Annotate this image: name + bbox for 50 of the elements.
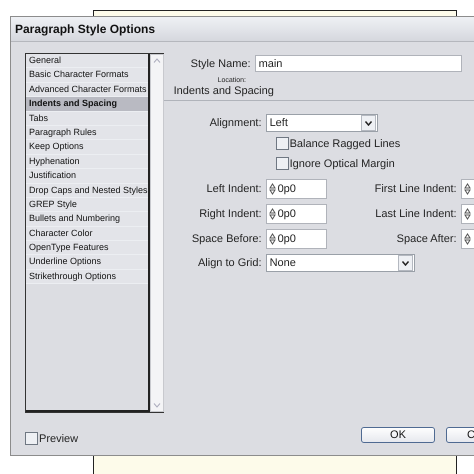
sidebar-item[interactable]: Paragraph Rules	[26, 126, 148, 140]
sidebar-item[interactable]: Justification	[26, 169, 148, 184]
sidebar-item[interactable]: Strikethrough Options	[26, 270, 148, 284]
sidebar-item[interactable]: Indents and Spacing	[26, 97, 148, 112]
sidebar-item[interactable]: Advanced Character Formats	[26, 82, 148, 98]
checkbox-label: Ignore Optical Margin	[290, 158, 395, 170]
sidebar-item[interactable]: Bullets and Numbering	[26, 212, 148, 227]
number-field[interactable]: 0p0	[266, 204, 327, 224]
field-label: Alignment:	[208, 117, 262, 129]
ok-button[interactable]: OK	[361, 427, 435, 443]
sidebar-item[interactable]: Character Color	[26, 226, 148, 242]
sidebar-item[interactable]: Tabs	[26, 112, 148, 126]
spinner-icon[interactable]	[268, 183, 276, 195]
alignment-dropdown[interactable]: Left	[266, 114, 378, 132]
checkbox[interactable]	[276, 157, 289, 170]
field-label: Style Name:	[190, 58, 251, 70]
sidebar-item[interactable]: OpenType Features	[26, 241, 148, 256]
sidebar-item[interactable]: Hyphenation	[26, 154, 148, 170]
spinner-icon[interactable]	[268, 208, 276, 220]
spinner-icon[interactable]	[464, 233, 471, 245]
dropdown-button[interactable]	[398, 255, 413, 271]
sidebar-item[interactable]: Underline Options	[26, 255, 148, 270]
number-field[interactable]: 0p0	[266, 179, 327, 199]
dropdown-button[interactable]	[360, 115, 376, 131]
location-value: Indents and Spacing	[164, 85, 474, 101]
field-label: Left Indent:	[206, 183, 262, 195]
sidebar-item[interactable]: Basic Character Formats	[26, 68, 148, 83]
caret-icon	[364, 120, 372, 126]
input-field[interactable]: main	[254, 55, 462, 72]
sidebar-item[interactable]: Keep Options	[26, 140, 148, 155]
caret-icon	[402, 260, 409, 266]
sidebar-item[interactable]: GREP Style	[26, 198, 148, 212]
sidebar-item[interactable]: General	[26, 54, 148, 68]
number-field[interactable]: 0p0	[266, 229, 327, 249]
checkbox-label: Preview	[39, 432, 78, 444]
spinner-icon[interactable]	[464, 183, 471, 195]
field-label: Align to Grid:	[196, 257, 262, 269]
field-label: Right Indent:	[198, 208, 262, 220]
preview-checkbox[interactable]	[25, 432, 38, 445]
checkbox-label: Balance Ragged Lines	[290, 138, 400, 150]
spinner-icon[interactable]	[268, 233, 276, 245]
spinner-icon[interactable]	[464, 208, 471, 220]
checkbox[interactable]	[276, 137, 289, 150]
field-label: Space Before:	[190, 233, 262, 245]
field-label: Last Line Indent:	[374, 208, 457, 220]
sidebar-item[interactable]: Drop Caps and Nested Styles	[26, 184, 148, 198]
field-label: Space After:	[396, 233, 457, 245]
window-title: Paragraph Style Options	[15, 22, 156, 36]
grid-dropdown[interactable]: None	[266, 254, 415, 272]
field-label: First Line Indent:	[374, 183, 457, 195]
